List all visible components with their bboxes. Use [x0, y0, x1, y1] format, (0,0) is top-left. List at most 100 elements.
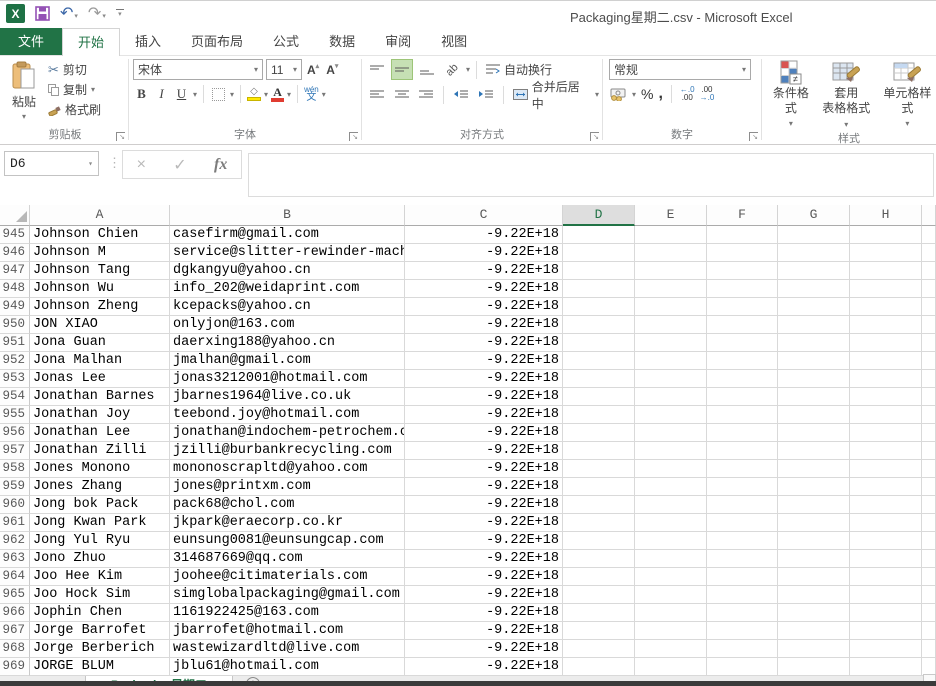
cell-empty-d[interactable] [563, 460, 635, 478]
cell-empty-h[interactable] [850, 424, 922, 442]
cell-name[interactable]: JON XIAO [30, 316, 170, 334]
cell-empty-g[interactable] [778, 370, 850, 388]
cell-email[interactable]: joohee@citimaterials.com [170, 568, 405, 586]
cell-partial[interactable] [922, 460, 936, 478]
font-size-combo[interactable]: 11 ▾ [266, 59, 302, 80]
cell-empty-g[interactable] [778, 478, 850, 496]
cell-empty-e[interactable] [635, 280, 707, 298]
cell-empty-g[interactable] [778, 658, 850, 676]
cell-empty-g[interactable] [778, 622, 850, 640]
cell-empty-e[interactable] [635, 550, 707, 568]
cell-empty-e[interactable] [635, 406, 707, 424]
cell-value[interactable]: -9.22E+18 [405, 388, 563, 406]
cell-empty-f[interactable] [707, 388, 778, 406]
cell-email[interactable]: jkpark@eraecorp.co.kr [170, 514, 405, 532]
phonetic-guide-button[interactable]: wén 文 [304, 86, 319, 102]
cell-email[interactable]: kcepacks@yahoo.cn [170, 298, 405, 316]
cell-empty-e[interactable] [635, 298, 707, 316]
redo-button[interactable]: ↷ ▾ [88, 7, 106, 21]
cell-empty-h[interactable] [850, 460, 922, 478]
italic-button[interactable]: I [153, 84, 170, 104]
cell-email[interactable]: jzilli@burbankrecycling.com [170, 442, 405, 460]
cell-styles-button[interactable]: 单元格样式 ▾ [879, 59, 936, 132]
row-number[interactable]: 946 [0, 244, 30, 262]
cell-name[interactable]: Johnson Wu [30, 280, 170, 298]
row-number[interactable]: 952 [0, 352, 30, 370]
row-number[interactable]: 956 [0, 424, 30, 442]
fill-color-button[interactable]: ◇ [247, 87, 261, 101]
cell-empty-d[interactable] [563, 442, 635, 460]
cell-name[interactable]: Joo Hock Sim [30, 586, 170, 604]
cell-partial[interactable] [922, 532, 936, 550]
column-header-g[interactable]: G [778, 205, 850, 226]
formula-bar-splitter[interactable]: ⋮ [108, 155, 121, 171]
cell-email[interactable]: onlyjon@163.com [170, 316, 405, 334]
cell-empty-e[interactable] [635, 532, 707, 550]
row-number[interactable]: 945 [0, 226, 30, 244]
row-number[interactable]: 960 [0, 496, 30, 514]
row-number[interactable]: 968 [0, 640, 30, 658]
accounting-format-icon[interactable] [609, 88, 627, 101]
cell-value[interactable]: -9.22E+18 [405, 352, 563, 370]
cell-empty-d[interactable] [563, 514, 635, 532]
align-left-button[interactable] [366, 84, 388, 105]
increase-font-button[interactable]: A▴ [305, 63, 321, 77]
cell-partial[interactable] [922, 388, 936, 406]
enter-button[interactable]: ✓ [173, 155, 186, 175]
cell-empty-d[interactable] [563, 244, 635, 262]
cell-empty-d[interactable] [563, 334, 635, 352]
row-number[interactable]: 954 [0, 388, 30, 406]
cell-partial[interactable] [922, 262, 936, 280]
cell-value[interactable]: -9.22E+18 [405, 640, 563, 658]
column-header-f[interactable]: F [707, 205, 778, 226]
cell-name[interactable]: Jona Guan [30, 334, 170, 352]
cell-value[interactable]: -9.22E+18 [405, 370, 563, 388]
tab-formulas[interactable]: 公式 [258, 28, 314, 55]
underline-dropdown-icon[interactable]: ▾ [193, 90, 197, 99]
cell-name[interactable]: Jones Zhang [30, 478, 170, 496]
cell-partial[interactable] [922, 604, 936, 622]
cell-email[interactable]: jbarnes1964@live.co.uk [170, 388, 405, 406]
cell-empty-e[interactable] [635, 478, 707, 496]
cell-empty-d[interactable] [563, 424, 635, 442]
cell-empty-g[interactable] [778, 568, 850, 586]
comma-style-button[interactable]: , [658, 89, 662, 99]
cell-partial[interactable] [922, 586, 936, 604]
underline-button[interactable]: U [173, 84, 190, 104]
cell-partial[interactable] [922, 334, 936, 352]
cell-empty-d[interactable] [563, 352, 635, 370]
phonetic-dropdown-icon[interactable]: ▾ [322, 90, 326, 99]
cell-name[interactable]: Jono Zhuo [30, 550, 170, 568]
row-number[interactable]: 964 [0, 568, 30, 586]
decrease-decimal-button[interactable]: .00 →.0 [700, 86, 715, 102]
cell-value[interactable]: -9.22E+18 [405, 226, 563, 244]
cell-empty-e[interactable] [635, 658, 707, 676]
cell-empty-h[interactable] [850, 568, 922, 586]
cell-value[interactable]: -9.22E+18 [405, 586, 563, 604]
cell-empty-h[interactable] [850, 370, 922, 388]
cell-partial[interactable] [922, 316, 936, 334]
cell-partial[interactable] [922, 226, 936, 244]
font-color-dropdown-icon[interactable]: ▾ [287, 90, 291, 99]
cell-empty-h[interactable] [850, 442, 922, 460]
align-top-button[interactable] [366, 59, 388, 80]
cell-email[interactable]: jones@printxm.com [170, 478, 405, 496]
row-number[interactable]: 953 [0, 370, 30, 388]
cell-partial[interactable] [922, 478, 936, 496]
cell-empty-f[interactable] [707, 586, 778, 604]
cell-email[interactable]: jblu61@hotmail.com [170, 658, 405, 676]
undo-dropdown-icon[interactable]: ▾ [74, 13, 78, 21]
cell-email[interactable]: wastewizardltd@live.com [170, 640, 405, 658]
cancel-button[interactable]: × [137, 156, 146, 174]
cell-empty-d[interactable] [563, 604, 635, 622]
cell-empty-g[interactable] [778, 460, 850, 478]
cell-empty-f[interactable] [707, 514, 778, 532]
cell-empty-h[interactable] [850, 496, 922, 514]
cell-value[interactable]: -9.22E+18 [405, 478, 563, 496]
redo-dropdown-icon[interactable]: ▾ [102, 13, 106, 21]
cell-empty-d[interactable] [563, 640, 635, 658]
cell-empty-h[interactable] [850, 406, 922, 424]
cell-empty-g[interactable] [778, 442, 850, 460]
font-name-combo[interactable]: 宋体 ▾ [133, 59, 263, 80]
cell-value[interactable]: -9.22E+18 [405, 316, 563, 334]
